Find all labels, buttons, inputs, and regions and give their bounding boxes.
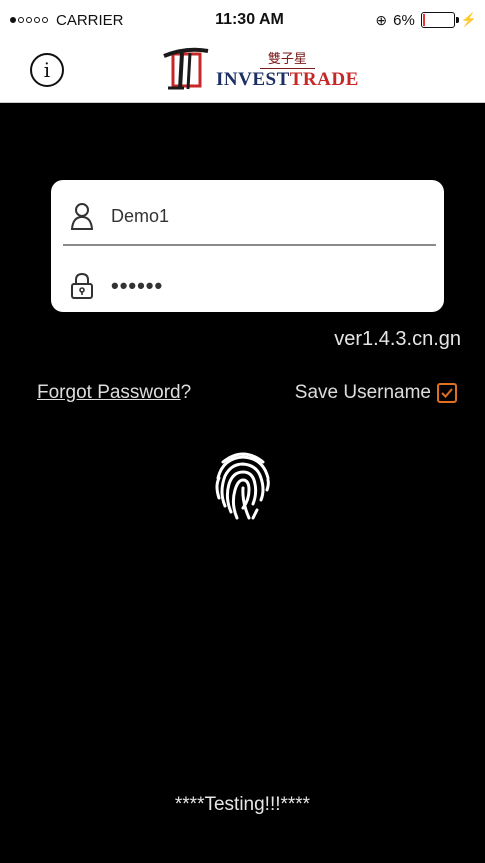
logo-text-invest: INVEST [216,68,290,90]
login-options: Forgot Password? Save Username [0,380,485,410]
battery-fill [422,14,425,26]
password-row [65,260,430,312]
password-input[interactable] [111,273,361,299]
info-icon: i [43,58,51,82]
carrier-name: CARRIER [56,11,124,29]
logo-chinese-text: 雙子星 [259,48,315,69]
logo-text: 雙子星 INVESTTRADE [216,48,359,91]
logo-english-text: INVESTTRADE [216,69,359,91]
login-form [51,180,444,312]
username-input[interactable] [111,205,361,227]
lock-icon [69,271,95,301]
status-left: CARRIER [10,12,124,29]
forgot-password-link[interactable]: Forgot Password [37,382,181,403]
fingerprint-icon[interactable] [213,448,273,524]
rotation-lock-icon: ⊕ [375,11,388,28]
user-icon [69,201,95,231]
testing-banner: ****Testing!!!**** [174,794,311,815]
save-username-checkbox[interactable] [437,383,457,403]
status-right: ⊕ 6% ⚡ [375,12,477,29]
app-logo: 雙子星 INVESTTRADE [160,46,359,92]
app-header: i 雙子星 INVESTTRADE [0,40,485,103]
save-username: Save Username [295,382,457,404]
logo-text-trade: TRADE [289,68,359,90]
username-row [65,190,430,242]
checkmark-icon [441,388,453,398]
version-label: ver1.4.3.cn.gn [334,328,461,350]
forgot-password[interactable]: Forgot Password? [37,382,191,404]
logo-emblem-icon [163,47,209,90]
signal-strength-icon [10,17,48,23]
battery-icon [420,12,459,28]
charging-icon: ⚡ [460,12,477,27]
info-button[interactable]: i [30,53,64,87]
field-divider [63,244,436,246]
battery-percentage: 6% [393,11,415,29]
forgot-password-suffix: ? [180,382,192,403]
status-time: 11:30 AM [215,11,284,28]
status-bar: CARRIER 11:30 AM ⊕ 6% ⚡ [0,0,485,40]
save-username-label: Save Username [294,382,431,403]
